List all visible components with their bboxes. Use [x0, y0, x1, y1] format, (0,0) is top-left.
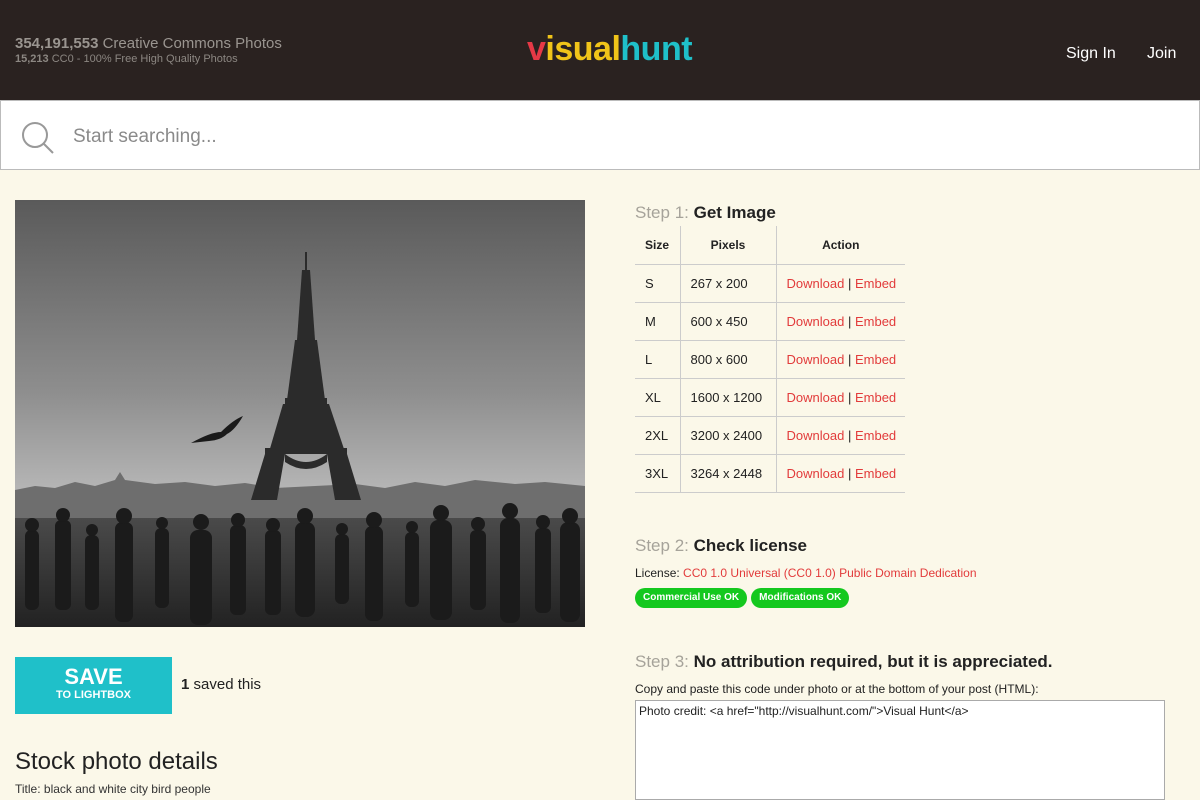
download-link[interactable]: Download — [787, 276, 845, 291]
stock-photo[interactable] — [15, 200, 585, 627]
total-photo-label: Creative Commons Photos — [102, 35, 282, 52]
photo-counts: 354,191,553 Creative Commons Photos 15,2… — [15, 35, 282, 65]
embed-link[interactable]: Embed — [855, 466, 896, 481]
search-input[interactable] — [73, 123, 1173, 151]
table-row: S 267 x 200 Download | Embed — [635, 264, 905, 303]
download-link[interactable]: Download — [787, 314, 845, 329]
embed-link[interactable]: Embed — [855, 352, 896, 367]
photo-title-line: Title: black and white city bird people — [15, 782, 211, 796]
saved-count: 1 saved this — [181, 676, 262, 693]
embed-link[interactable]: Embed — [855, 428, 896, 443]
table-row: 3XL 3264 x 2448 Download | Embed — [635, 454, 905, 493]
download-link[interactable]: Download — [787, 352, 845, 367]
cc0-photo-label: CC0 - 100% Free High Quality Photos — [51, 53, 238, 65]
copy-code-hint: Copy and paste this code under photo or … — [635, 682, 1039, 696]
download-link[interactable]: Download — [787, 466, 845, 481]
table-row: XL 1600 x 1200 Download | Embed — [635, 378, 905, 417]
total-photo-count: 354,191,553 — [15, 35, 99, 52]
embed-link[interactable]: Embed — [855, 390, 896, 405]
cc0-photo-count: 15,213 — [15, 53, 49, 65]
modifications-badge: Modifications OK — [751, 588, 850, 608]
sign-in-link[interactable]: Sign In — [1066, 45, 1116, 63]
table-row: 2XL 3200 x 2400 Download | Embed — [635, 416, 905, 455]
image-size-table: Size Pixels Action S 267 x 200 Download … — [635, 226, 905, 493]
license-link[interactable]: CC0 1.0 Universal (CC0 1.0) Public Domai… — [683, 566, 976, 580]
column-header-pixels: Pixels — [679, 226, 776, 265]
visualhunt-logo[interactable]: visualhunt — [527, 30, 693, 69]
top-header: 354,191,553 Creative Commons Photos 15,2… — [0, 0, 1200, 100]
embed-link[interactable]: Embed — [855, 276, 896, 291]
download-link[interactable]: Download — [787, 390, 845, 405]
step3-heading: Step 3: No attribution required, but it … — [635, 652, 1053, 671]
photo-credit-code-box[interactable]: Photo credit: <a href="http://visualhunt… — [635, 700, 1165, 800]
stock-photo-details-heading: Stock photo details — [15, 748, 218, 775]
column-header-size: Size — [635, 226, 680, 265]
embed-link[interactable]: Embed — [855, 314, 896, 329]
search-icon[interactable] — [21, 121, 55, 155]
commercial-use-badge: Commercial Use OK — [635, 588, 748, 608]
license-line: License: CC0 1.0 Universal (CC0 1.0) Pub… — [635, 566, 977, 580]
save-to-lightbox-button[interactable]: SAVE TO LIGHTBOX — [15, 657, 172, 714]
license-badges: Commercial Use OK Modifications OK — [635, 588, 850, 608]
step1-heading: Step 1: Get Image — [635, 203, 776, 222]
column-header-action: Action — [775, 226, 905, 265]
download-link[interactable]: Download — [787, 428, 845, 443]
step2-heading: Step 2: Check license — [635, 536, 808, 555]
join-link[interactable]: Join — [1147, 45, 1176, 63]
table-row: M 600 x 450 Download | Embed — [635, 302, 905, 341]
table-row: L 800 x 600 Download | Embed — [635, 340, 905, 379]
search-bar — [0, 100, 1200, 170]
